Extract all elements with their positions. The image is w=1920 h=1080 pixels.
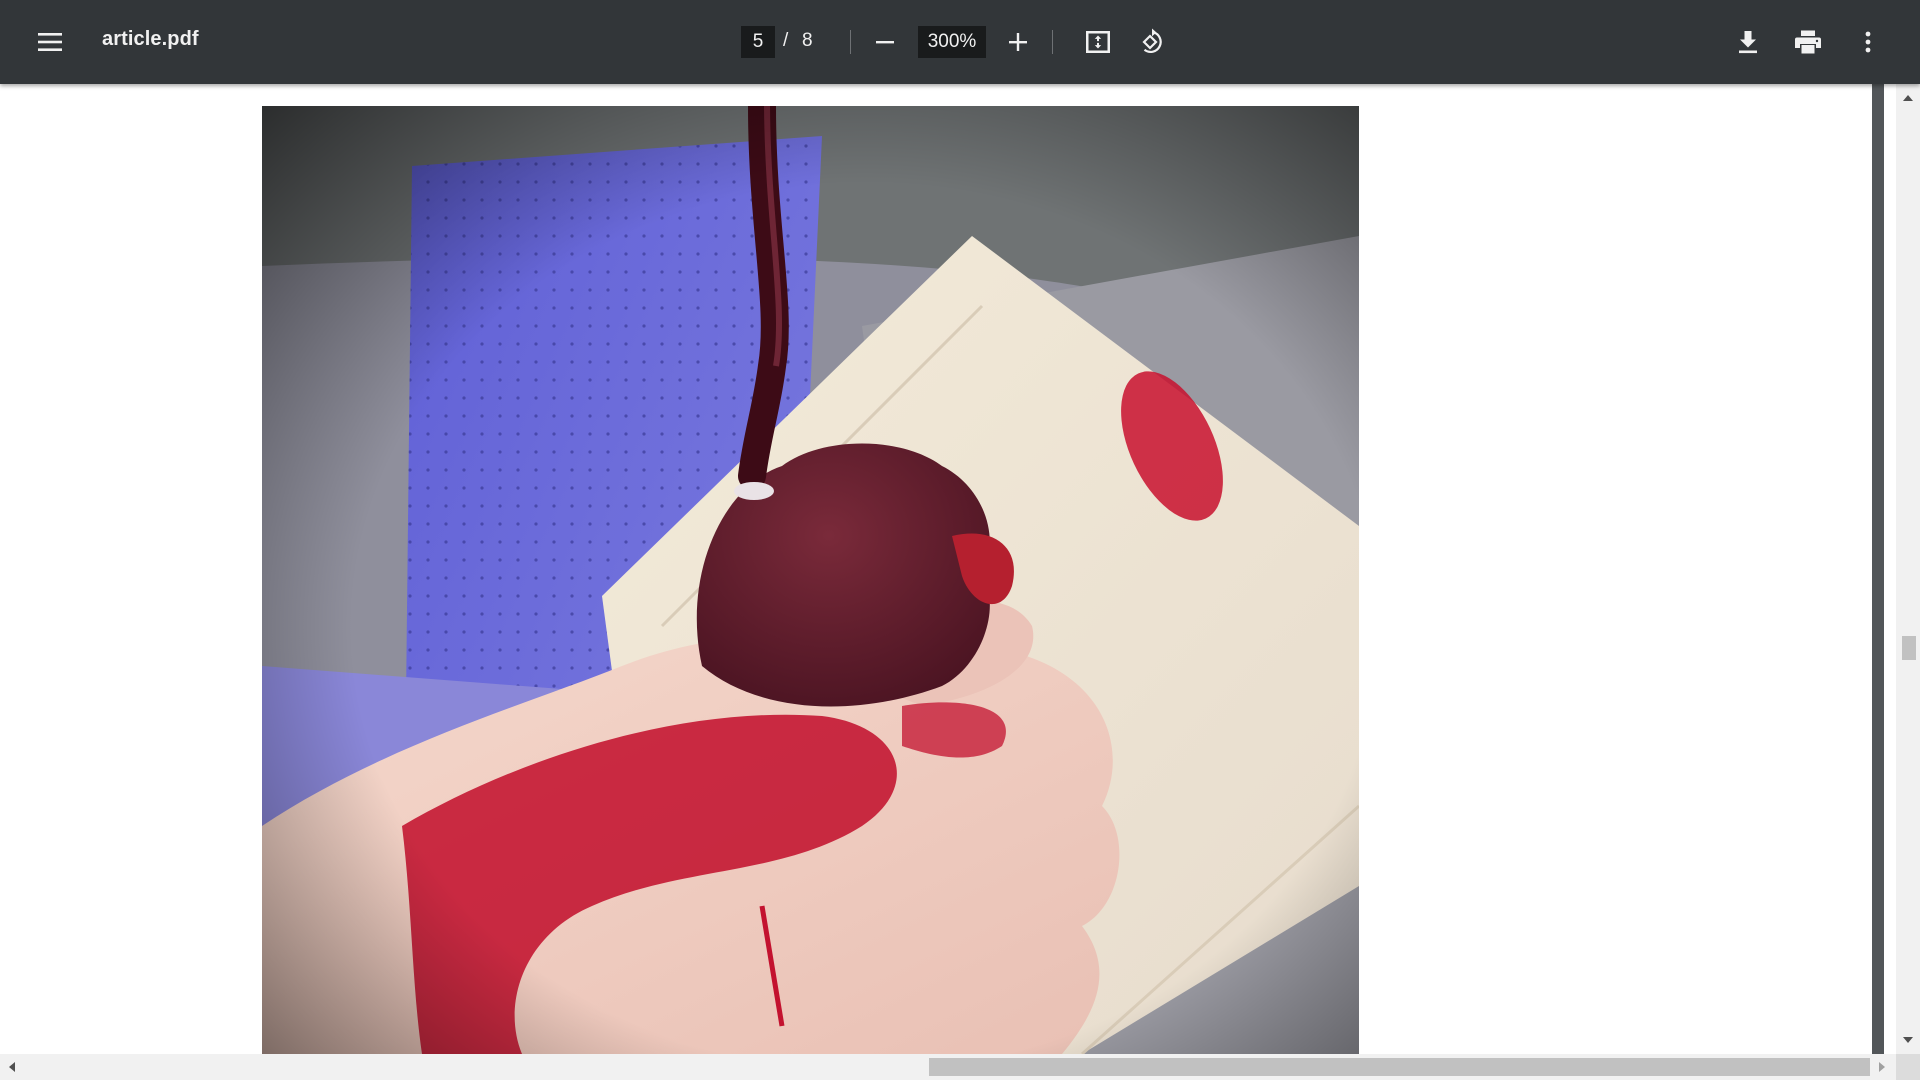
vertical-scroll-thumb[interactable] xyxy=(1902,636,1916,660)
fit-to-page-icon xyxy=(1086,31,1110,53)
more-actions-button[interactable] xyxy=(1844,18,1892,66)
scroll-down-arrow-icon[interactable] xyxy=(1896,1030,1920,1050)
horizontal-scrollbar[interactable] xyxy=(0,1054,1920,1080)
menu-button[interactable] xyxy=(26,18,74,66)
page-separator: / xyxy=(783,30,789,51)
scroll-up-arrow-icon[interactable] xyxy=(1896,88,1920,108)
surgical-photo xyxy=(262,106,1359,1054)
scroll-right-arrow-icon[interactable] xyxy=(1870,1054,1894,1080)
document-title: article.pdf xyxy=(102,28,199,50)
document-figure-image xyxy=(262,106,1359,1054)
page-total: 8 xyxy=(802,30,813,51)
minus-icon xyxy=(876,41,894,44)
rotate-counterclockwise-icon xyxy=(1142,28,1162,53)
rotate-button[interactable] xyxy=(1127,18,1175,66)
scrollbar-gutter xyxy=(1884,84,1896,1054)
zoom-level-input[interactable]: 300% xyxy=(918,26,986,58)
fit-to-page-button[interactable] xyxy=(1074,18,1122,66)
zoom-out-button[interactable] xyxy=(861,18,909,66)
plus-icon xyxy=(1009,33,1027,51)
toolbar-divider xyxy=(850,30,851,54)
print-icon xyxy=(1795,30,1821,54)
download-button[interactable] xyxy=(1724,18,1772,66)
scroll-left-arrow-icon[interactable] xyxy=(0,1054,24,1080)
scrollbar-corner xyxy=(1896,1054,1920,1080)
hamburger-menu-icon xyxy=(38,33,62,51)
pdf-toolbar: article.pdf 5 / 8 300% xyxy=(0,0,1920,84)
toolbar-divider xyxy=(1052,30,1053,54)
more-vertical-icon xyxy=(1865,31,1871,53)
page-number-input[interactable]: 5 xyxy=(741,26,775,58)
viewer-edge xyxy=(1872,84,1884,1054)
print-button[interactable] xyxy=(1784,18,1832,66)
zoom-in-button[interactable] xyxy=(994,18,1042,66)
horizontal-scroll-thumb[interactable] xyxy=(929,1058,1870,1076)
download-icon xyxy=(1739,31,1757,54)
vertical-scrollbar[interactable] xyxy=(1896,84,1920,1054)
pdf-page-viewport[interactable] xyxy=(0,84,1872,1054)
